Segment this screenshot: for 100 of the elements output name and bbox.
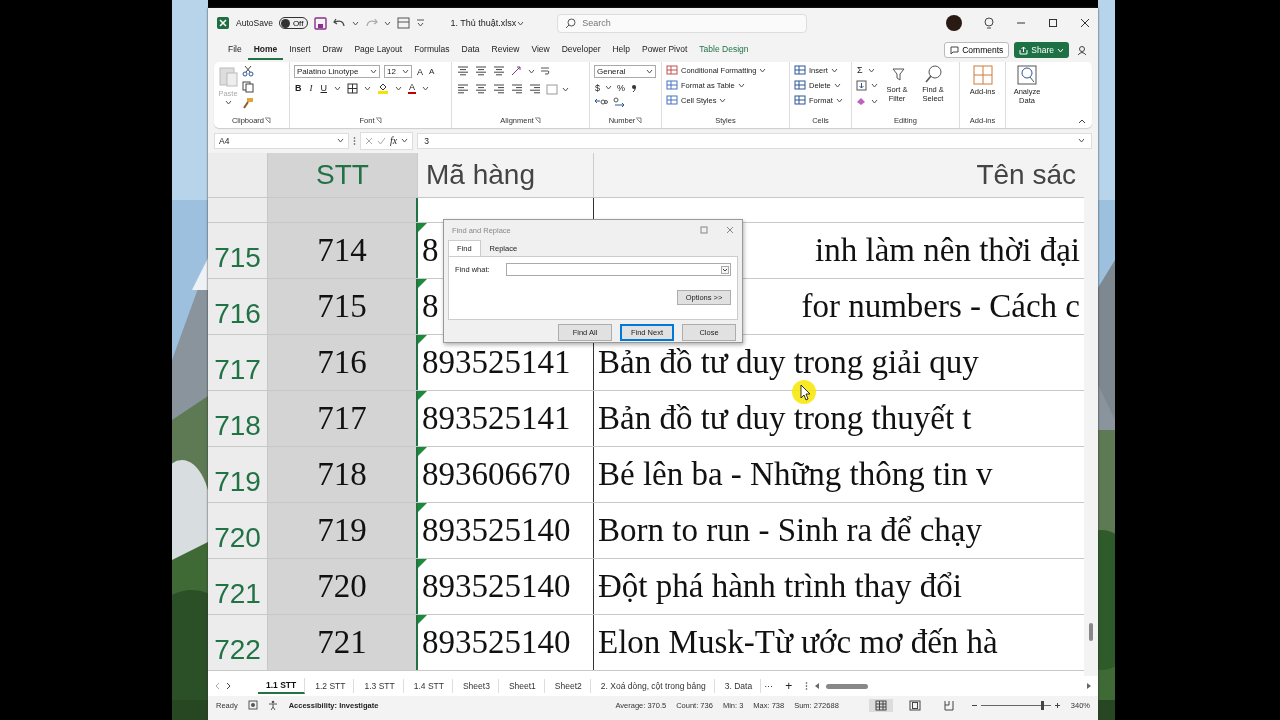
currency-button[interactable]: $ — [594, 82, 601, 93]
font-size-dropdown[interactable]: 12 — [384, 65, 412, 78]
wrap-text-icon[interactable] — [539, 65, 551, 77]
collapse-ribbon-icon[interactable] — [1078, 119, 1086, 124]
search-field[interactable]: Search — [557, 13, 808, 33]
row-header[interactable]: 718 — [208, 391, 268, 446]
sheet-tab[interactable]: 2. Xoá dòng, cột trong bảng — [592, 679, 715, 693]
column-header[interactable]: Mã hàng — [418, 153, 594, 197]
borders-icon[interactable] — [347, 82, 358, 94]
decrease-decimal-icon[interactable] — [612, 97, 626, 107]
scroll-right-icon[interactable] — [224, 682, 232, 690]
formula-field[interactable]: 3 — [417, 132, 1092, 149]
ribbon-tab[interactable]: Data — [455, 40, 486, 60]
ribbon-tab[interactable]: View — [525, 40, 556, 60]
close-icon[interactable] — [1080, 18, 1090, 28]
expand-icon[interactable] — [1078, 138, 1085, 143]
maximize-icon[interactable] — [1048, 18, 1058, 28]
ribbon-tab[interactable]: Power Pivot — [635, 40, 694, 60]
comments-button[interactable]: Comments — [944, 42, 1010, 58]
scrollbar-thumb[interactable] — [1089, 623, 1093, 641]
coauthor-icon[interactable] — [1077, 44, 1088, 56]
dialog-launcher-icon[interactable] — [635, 117, 643, 124]
ribbon-tab[interactable]: Home — [247, 40, 284, 60]
eraser-icon[interactable] — [856, 96, 867, 106]
row-header[interactable]: 717 — [208, 335, 268, 390]
align-right-icon[interactable] — [492, 83, 506, 95]
align-center-icon[interactable] — [474, 83, 488, 95]
autosave-toggle[interactable]: Off — [278, 17, 309, 29]
ribbon-tab[interactable]: File — [222, 40, 248, 60]
increase-decimal-icon[interactable] — [594, 97, 608, 107]
find-what-field[interactable] — [505, 263, 731, 276]
accessibility-icon[interactable] — [267, 700, 278, 710]
row-header[interactable]: 721 — [208, 559, 268, 614]
dialog-launcher-icon[interactable] — [533, 117, 541, 124]
ribbon-tab[interactable]: Developer — [555, 40, 607, 60]
column-header[interactable]: STT — [268, 153, 418, 197]
zoom-in-icon[interactable] — [1053, 701, 1061, 709]
italic-button[interactable]: I — [308, 83, 314, 93]
align-bottom-icon[interactable] — [492, 65, 506, 77]
grow-font-button[interactable]: A — [416, 66, 424, 77]
orientation-icon[interactable] — [510, 65, 524, 77]
fill-color-icon[interactable] — [377, 82, 389, 94]
sheet-tab[interactable]: 1.2 STT — [307, 679, 355, 693]
splitter-icon[interactable] — [805, 681, 809, 691]
fill-down-icon[interactable] — [856, 80, 867, 91]
customize-icon[interactable] — [416, 19, 426, 27]
file-name[interactable]: 1. Thủ thuật.xlsx — [449, 18, 526, 28]
bold-button[interactable]: B — [294, 83, 303, 93]
ribbon-tab[interactable]: Table Design — [693, 40, 755, 60]
dropdown-icon[interactable] — [721, 265, 729, 274]
form-icon[interactable] — [397, 17, 411, 29]
number-format-dropdown[interactable]: General — [594, 65, 656, 78]
scroll-right-icon[interactable] — [1086, 682, 1092, 690]
sheet-tab[interactable]: 3. Data — [716, 679, 762, 693]
scissors-icon[interactable] — [242, 65, 254, 77]
percent-button[interactable]: % — [616, 82, 627, 93]
add-sheet-button[interactable]: + — [784, 679, 794, 693]
more-sheets-button[interactable]: ··· — [763, 681, 775, 691]
row-header[interactable]: 720 — [208, 503, 268, 558]
ribbon-tab[interactable]: Help — [606, 40, 636, 60]
save-icon[interactable] — [314, 16, 328, 30]
avatar[interactable] — [946, 15, 962, 31]
font-color-button[interactable]: A — [408, 82, 416, 94]
underline-button[interactable]: U — [319, 83, 328, 93]
paintbrush-icon[interactable] — [242, 97, 254, 109]
scroll-left-icon[interactable] — [814, 682, 821, 690]
shrink-font-button[interactable]: A — [428, 67, 436, 76]
sheet-tab[interactable]: Sheet1 — [500, 679, 545, 693]
sheet-tab[interactable]: Sheet3 — [454, 679, 499, 693]
sheet-tab[interactable]: 1.3 STT — [356, 679, 404, 693]
slider-thumb[interactable] — [1041, 700, 1044, 710]
decrease-indent-icon[interactable] — [510, 83, 524, 95]
autosum-button[interactable]: Σ — [856, 65, 864, 75]
row-header[interactable]: 716 — [208, 279, 268, 334]
insert-function-button[interactable]: fx — [390, 135, 398, 146]
ribbon-tab[interactable]: Insert — [283, 40, 317, 60]
sheet-tab[interactable]: 1.4 STT — [405, 679, 453, 693]
align-left-icon[interactable] — [456, 83, 470, 95]
macro-record-icon[interactable] — [247, 700, 258, 710]
row-header[interactable]: 719 — [208, 447, 268, 502]
more-options-icon[interactable] — [353, 135, 356, 146]
column-header[interactable]: Tên sác — [594, 153, 1084, 197]
font-name-dropdown[interactable]: Palatino Linotype — [294, 65, 380, 78]
comma-style-icon[interactable] — [630, 82, 639, 93]
ribbon-tab[interactable]: Formulas — [408, 40, 456, 60]
sheet-tab[interactable]: 1.1 STT — [258, 678, 306, 694]
dialog-launcher-icon[interactable] — [264, 117, 272, 124]
ribbon-tab[interactable]: Draw — [316, 40, 349, 60]
ribbon-tab[interactable]: Page Layout — [348, 40, 409, 60]
undo-icon[interactable] — [333, 17, 347, 29]
scrollbar-thumb[interactable] — [826, 683, 869, 689]
dialog-launcher-icon[interactable] — [374, 117, 382, 124]
view-button[interactable] — [868, 698, 893, 712]
sheet-tab[interactable]: Sheet2 — [546, 679, 591, 693]
ribbon-tab[interactable]: Review — [485, 40, 526, 60]
share-button[interactable]: Share — [1014, 42, 1069, 58]
increase-indent-icon[interactable] — [528, 83, 542, 95]
align-top-icon[interactable] — [456, 65, 470, 77]
name-box[interactable]: A4 — [214, 132, 349, 149]
copy-icon[interactable] — [242, 81, 254, 93]
